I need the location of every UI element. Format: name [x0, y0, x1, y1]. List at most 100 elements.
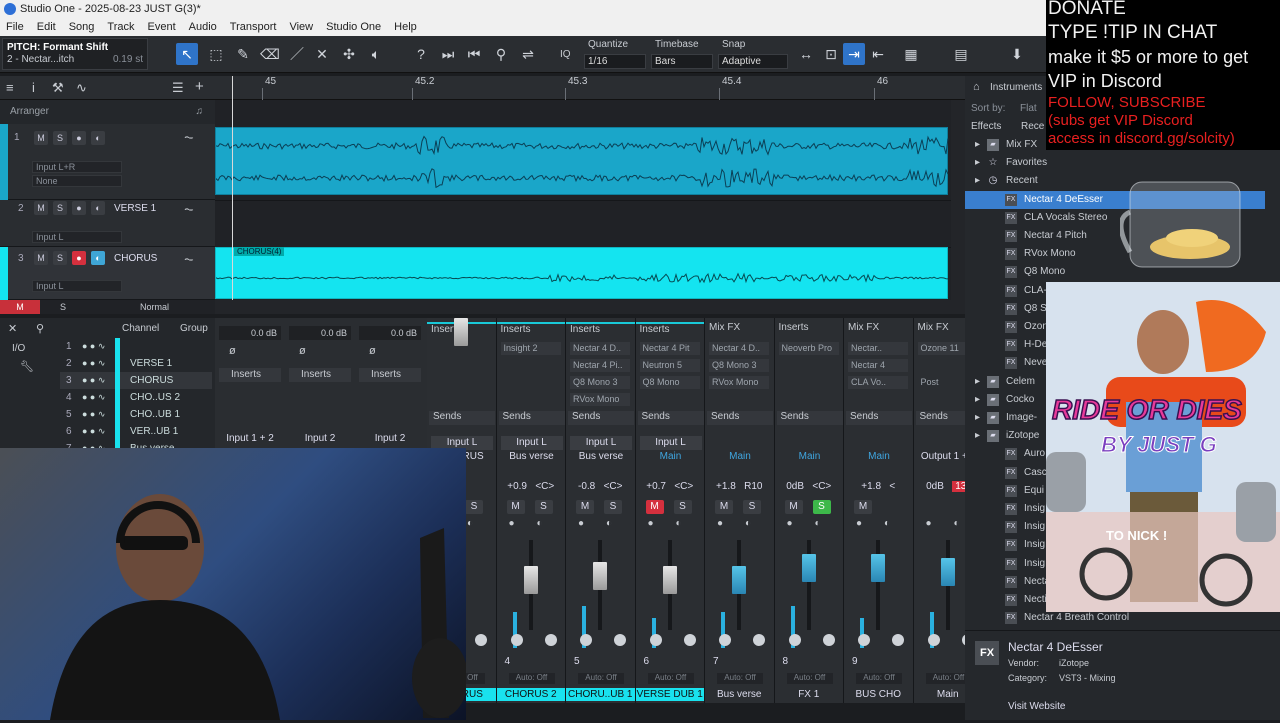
monitor-button[interactable]: ◐	[91, 131, 105, 145]
strip-solo-button[interactable]: S	[673, 500, 692, 514]
auto-scroll-icon[interactable]: ⇌	[517, 43, 539, 65]
insert-slot[interactable]: Q8 Mono 3	[570, 376, 630, 389]
channel-row[interactable]: 6 ● ● ∿ VER..UB 1	[60, 423, 212, 440]
monitor-icon[interactable]: ◐	[745, 518, 751, 529]
menu-track[interactable]: Track	[107, 21, 134, 33]
insert-slot[interactable]: Q8 Mono	[639, 376, 700, 389]
monitor-icon[interactable]: ◐	[606, 518, 612, 529]
browser-tab-effects[interactable]: Effects	[971, 121, 1001, 132]
monitor-button[interactable]: ◐	[91, 251, 105, 265]
help-icon[interactable]: ?	[410, 43, 432, 65]
pan-knob[interactable]	[510, 634, 523, 646]
input-routing[interactable]: Input 1 + 2	[219, 433, 281, 444]
send-knob[interactable]	[892, 634, 904, 646]
download-icon[interactable]: ⬇	[1006, 43, 1028, 65]
strip-inserts-header[interactable]: Inserts	[496, 322, 565, 336]
mute-button[interactable]: M	[34, 201, 48, 215]
solo-button[interactable]: S	[53, 251, 67, 265]
volume-fader[interactable]	[940, 558, 955, 586]
channel-row[interactable]: 5 ● ● ∿ CHO..UB 1	[60, 406, 212, 423]
strip-input-select[interactable]: Input L	[570, 436, 632, 450]
insert-slot[interactable]: RVox Mono	[709, 376, 769, 389]
strip-inserts-header[interactable]: Inserts	[566, 322, 635, 336]
add-track-icon[interactable]: +	[195, 78, 204, 95]
playhead-cursor[interactable]	[232, 76, 233, 301]
menu-view[interactable]: View	[289, 21, 313, 33]
zoom-icon[interactable]: ⚲	[490, 43, 512, 65]
track-name[interactable]: VERSE 1	[114, 203, 156, 214]
track-sub-select[interactable]: None	[32, 175, 122, 187]
strip-input-select[interactable]: Input L	[639, 436, 702, 450]
insert-slot[interactable]: Nectar 4 D..	[709, 342, 769, 355]
expand-chevron-icon[interactable]: ▸	[975, 373, 980, 391]
strip-output-select[interactable]: Main	[848, 450, 910, 464]
expand-chevron-icon[interactable]: ▸	[975, 172, 980, 190]
expand-chevron-icon[interactable]: ▸	[975, 154, 980, 172]
channel-toggles-icon[interactable]: ● ● ∿	[82, 372, 105, 389]
channel-toggles-icon[interactable]: ● ● ∿	[82, 355, 105, 372]
expand-chevron-icon[interactable]: ▸	[975, 391, 980, 409]
strip-mute-button[interactable]: M	[576, 500, 594, 514]
menu-studio-one[interactable]: Studio One	[326, 21, 381, 33]
browser-item[interactable]: ▸ ☆ Favorites	[965, 154, 1265, 172]
strip-mute-button[interactable]: M	[506, 500, 525, 514]
monitor-icon[interactable]: ◐	[537, 518, 543, 529]
channel-row[interactable]: 3 ● ● ∿ CHORUS	[60, 372, 212, 389]
strip-solo-button[interactable]: S	[534, 500, 553, 514]
strip-name[interactable]: FX 1	[774, 688, 843, 701]
menu-help[interactable]: Help	[394, 21, 417, 33]
send-knob[interactable]	[753, 634, 765, 646]
input-gain[interactable]: 0.0 dB	[359, 326, 421, 340]
listen-tool-icon[interactable]: 🔈︎	[365, 43, 387, 65]
track-2[interactable]: 2 M S ● ◐ VERSE 1 Input L ⏦	[0, 200, 215, 247]
inserts-header[interactable]: Inserts	[359, 368, 421, 382]
mute-tool-icon[interactable]: ✕	[311, 43, 333, 65]
automation-mode[interactable]: Auto: Off	[578, 673, 624, 684]
console-icon[interactable]: ▤	[950, 43, 972, 65]
expand-chevron-icon[interactable]: ▸	[975, 427, 980, 445]
info-icon[interactable]: i	[32, 80, 35, 95]
strip-mute-button[interactable]: M	[854, 500, 872, 514]
strip-input-select[interactable]: Input L	[500, 436, 563, 450]
send-knob[interactable]	[475, 634, 487, 646]
inserts-header[interactable]: Inserts	[219, 368, 281, 382]
skip-forward-icon[interactable]: ⏭︎	[437, 43, 459, 65]
arrow-tool-icon[interactable]: ↖	[176, 43, 198, 65]
track-3[interactable]: 3 M S ● ◐ CHORUS Input L ⏦	[0, 247, 215, 300]
inserts-header[interactable]: Inserts	[289, 368, 351, 382]
snap-cursor-icon[interactable]: ⇥	[843, 43, 865, 65]
strip-solo-button[interactable]: S	[743, 500, 761, 514]
strip-inserts-header[interactable]: Inserts	[775, 322, 844, 336]
input-gain[interactable]: 0.0 dB	[289, 326, 351, 340]
channel-toggles-icon[interactable]: ● ● ∿	[82, 338, 105, 355]
track-input-select[interactable]: Input L+R	[32, 161, 122, 173]
strip-output-select[interactable]: Main	[779, 450, 841, 464]
menu-audio[interactable]: Audio	[189, 21, 217, 33]
monitor-icon[interactable]: ◐	[884, 518, 890, 529]
solo-button[interactable]: S	[53, 131, 67, 145]
record-icon[interactable]: ●	[926, 518, 932, 529]
list-icon[interactable]: ☰	[172, 80, 184, 96]
expand-chevron-icon[interactable]: ▸	[975, 136, 980, 154]
pan-knob[interactable]	[649, 634, 662, 646]
insert-slot[interactable]: RVox Mono	[570, 393, 630, 406]
menu-song[interactable]: Song	[69, 21, 95, 33]
channel-toggles-icon[interactable]: ● ● ∿	[82, 423, 105, 440]
insert-slot[interactable]: Nectar 4	[848, 359, 908, 372]
menu-transport[interactable]: Transport	[230, 21, 277, 33]
volume-fader[interactable]	[871, 554, 885, 582]
channel-row[interactable]: 4 ● ● ∿ CHO..US 2	[60, 389, 212, 406]
insert-slot[interactable]: CLA Vo..	[848, 376, 908, 389]
phase-icon[interactable]: ø	[229, 345, 236, 357]
timeline-ruler[interactable]: 45 45.2 45.3 45.4 46	[215, 76, 965, 100]
split-tool-icon[interactable]: ✎	[232, 43, 254, 65]
menu-icon[interactable]: ≡	[6, 80, 14, 95]
browser-tab-recent[interactable]: Rece	[1021, 121, 1044, 132]
volume-fader[interactable]	[732, 566, 746, 594]
strip-pan-readout[interactable]: +0.9 <C>	[497, 481, 566, 492]
mute-button[interactable]: M	[34, 251, 48, 265]
channel-toggles-icon[interactable]: ● ● ∿	[82, 406, 105, 423]
pan-knob[interactable]	[580, 634, 592, 646]
strip-sends-header[interactable]: Sends	[776, 411, 843, 425]
menu-file[interactable]: File	[6, 21, 24, 33]
